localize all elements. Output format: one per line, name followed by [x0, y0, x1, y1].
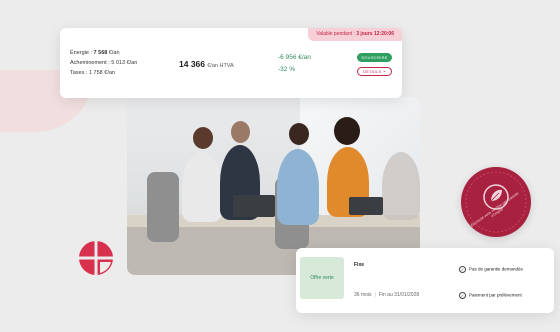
breakdown-value: 1 758 — [88, 70, 103, 76]
feature-direct-debit: ✓ Paiement par prélèvement — [459, 292, 522, 299]
photo-head — [231, 121, 250, 143]
offer-duration: 36 mois | Fin au 31/01/2028 — [354, 292, 419, 298]
breakdown-label: Acheminement : — [70, 60, 110, 66]
details-label: DÉTAILS — [363, 69, 382, 74]
price-breakdown: Énergie : 7 568 €/an Acheminement : 5 01… — [70, 48, 137, 78]
offer-type-badge: Offre verte — [300, 257, 344, 299]
check-circle-icon: ✓ — [459, 292, 466, 299]
green-certified-seal: Électricité verte certifiée par Garantie… — [461, 167, 531, 237]
total-price: 14 366 €/an HTVA — [179, 59, 234, 69]
photo-head — [334, 117, 360, 145]
breakdown-label: Taxes : — [70, 70, 88, 76]
details-button[interactable]: DÉTAILS ⌄ — [357, 67, 392, 76]
validity-prefix: Valable pendant : — [316, 31, 355, 37]
check-circle-icon: ✓ — [459, 266, 466, 273]
savings: -6 956 €/an -32 % — [278, 52, 311, 76]
breakdown-unit: €/an — [108, 50, 120, 56]
breakdown-label: Énergie : — [70, 50, 93, 56]
offer-title: Fixe — [354, 262, 365, 268]
subscribe-button[interactable]: SOUSCRIRE — [357, 53, 392, 62]
photo-laptop — [233, 195, 275, 217]
breakdown-value: 7 568 — [93, 50, 108, 56]
total-unit: €/an HTVA — [207, 63, 234, 69]
end-date: Fin au 31/01/2028 — [378, 292, 420, 298]
photo-person — [277, 149, 319, 225]
breakdown-energy: Énergie : 7 568 €/an — [70, 48, 137, 58]
quote-card: Valable pendant : 3 jours 12:20:06 Énerg… — [60, 28, 402, 98]
validity-timer: 3 jours 12:20:06 — [356, 31, 394, 37]
breakdown-delivery: Acheminement : 5 013 €/an — [70, 58, 137, 68]
total-value: 14 366 — [179, 59, 205, 69]
chevron-down-icon: ⌄ — [382, 68, 387, 74]
feature-no-guarantee: ✓ Pas de garantie demandée — [459, 266, 523, 273]
breakdown-value: 5 013 — [111, 60, 126, 66]
brand-logo-icon — [78, 240, 114, 276]
photo-laptop — [349, 197, 383, 215]
photo-chair — [147, 172, 179, 242]
breakdown-taxes: Taxes : 1 758 €/an — [70, 68, 137, 78]
photo-head — [193, 127, 213, 149]
photo-head — [289, 123, 309, 145]
breakdown-unit: €/an — [126, 60, 138, 66]
duration-months: 36 mois — [354, 292, 372, 298]
photo-person — [182, 152, 222, 222]
savings-amount: -6 956 €/an — [278, 54, 311, 61]
offer-card: Offre verte Fixe 36 mois | Fin au 31/01/20… — [296, 248, 554, 313]
validity-badge: Valable pendant : 3 jours 12:20:06 — [308, 28, 402, 41]
separator: | — [374, 292, 376, 298]
savings-percent: -32 % — [278, 66, 295, 73]
breakdown-unit: €/an — [104, 70, 115, 76]
photo-person — [382, 152, 420, 220]
feature-label: Paiement par prélèvement — [469, 292, 522, 298]
feature-label: Pas de garantie demandée — [469, 266, 524, 272]
